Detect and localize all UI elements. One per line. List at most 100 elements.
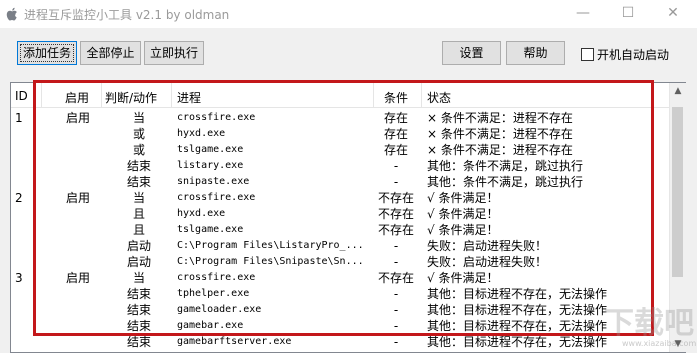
table-row[interactable]: 或 tslgame.exe 存在 × 条件不满足：进程不存在	[11, 142, 685, 158]
table-row[interactable]: 结束 gameloader.exe - 其他：目标进程不存在，无法操作	[11, 302, 685, 318]
table-row[interactable]: 或 hyxd.exe 存在 × 条件不满足：进程不存在	[11, 126, 685, 142]
header-condition[interactable]: 条件	[384, 89, 408, 106]
cell-process: gamebar.exe	[177, 320, 244, 331]
cell-id	[15, 318, 35, 334]
header-process[interactable]: 进程	[177, 89, 201, 106]
cell-enabled: 启用	[65, 271, 90, 285]
cell-process: gameloader.exe	[177, 304, 262, 315]
cell-id	[15, 302, 35, 318]
autostart-checkbox[interactable]	[581, 48, 594, 61]
cell-id	[15, 254, 35, 270]
header-status[interactable]: 状态	[427, 89, 451, 106]
cell-id	[15, 222, 35, 238]
cell-condition: 不存在	[377, 223, 414, 237]
scroll-up-icon[interactable]: ▲	[670, 83, 686, 99]
cell-id	[15, 238, 35, 254]
table-row[interactable]: 2 启用 当 crossfire.exe 不存在 √ 条件满足！	[11, 190, 685, 206]
cell-condition: 不存在	[377, 271, 414, 285]
cell-id	[15, 206, 35, 222]
cell-id	[15, 174, 35, 190]
cell-enabled	[53, 126, 103, 142]
cell-process: tslgame.exe	[177, 224, 244, 235]
cell-process: tslgame.exe	[177, 144, 244, 155]
scroll-thumb[interactable]	[672, 107, 683, 277]
table-row[interactable]: 启动 C:\Program Files\Snipaste\Sn... - 失败：启动进…	[11, 254, 685, 270]
cell-condition: -	[393, 239, 399, 253]
table-row[interactable]: 且 tslgame.exe 不存在 √ 条件满足！	[11, 222, 685, 238]
cell-condition: -	[393, 303, 399, 317]
cell-action: 当	[132, 271, 145, 285]
table-row[interactable]: 且 hyxd.exe 不存在 √ 条件满足！	[11, 206, 685, 222]
add-task-button[interactable]: 添加任务	[17, 41, 77, 65]
cell-process: crossfire.exe	[177, 192, 256, 203]
cell-condition: 存在	[383, 143, 408, 157]
cell-process: crossfire.exe	[177, 112, 256, 123]
cell-id: 2	[15, 191, 23, 205]
header-enabled[interactable]: 启用	[65, 89, 89, 106]
header-action[interactable]: 判断/动作	[105, 89, 157, 106]
cell-condition: -	[393, 175, 399, 189]
cell-enabled	[53, 318, 103, 334]
cell-enabled	[53, 158, 103, 174]
cell-enabled: 启用	[65, 191, 90, 205]
cell-action: 启动	[126, 255, 151, 269]
apple-icon	[6, 7, 17, 21]
cell-condition: 不存在	[377, 191, 414, 205]
cell-enabled	[53, 238, 103, 254]
list-header: ID 启用 判断/动作 进程 条件 状态	[11, 83, 685, 108]
table-row[interactable]: 结束 tphelper.exe - 其他：目标进程不存在，无法操作	[11, 286, 685, 302]
cell-enabled	[53, 142, 103, 158]
table-row[interactable]: 结束 listary.exe - 其他：条件不满足，跳过执行	[11, 158, 685, 174]
window-title: 进程互斥监控小工具 v2.1 by oldman	[24, 8, 230, 22]
cell-status: × 条件不满足：进程不存在	[427, 143, 573, 157]
cell-status: × 条件不满足：进程不存在	[427, 111, 573, 125]
cell-condition: -	[393, 335, 399, 349]
settings-button[interactable]: 设置	[442, 41, 501, 65]
cell-status: √ 条件满足！	[427, 207, 499, 221]
cell-enabled: 启用	[65, 111, 90, 125]
help-button[interactable]: 帮助	[506, 41, 565, 65]
table-row[interactable]: 启动 C:\Program Files\ListaryPro_... - 失败：启动进…	[11, 238, 685, 254]
cell-condition: 不存在	[377, 207, 414, 221]
table-row[interactable]: 3 启用 当 crossfire.exe 不存在 √ 条件满足！	[11, 270, 685, 286]
cell-process: hyxd.exe	[177, 128, 226, 139]
cell-id	[15, 158, 35, 174]
task-list[interactable]: ID 启用 判断/动作 进程 条件 状态 1 启用当 crossfire.exe 存在…	[10, 82, 686, 353]
autostart-option[interactable]: 开机自动启动	[581, 46, 669, 63]
cell-status: 其他：条件不满足，跳过执行	[427, 175, 584, 189]
cell-condition: -	[393, 255, 399, 269]
cell-id	[15, 286, 35, 302]
cell-status: √ 条件满足！	[427, 271, 499, 285]
cell-process: C:\Program Files\Snipaste\Sn...	[177, 256, 364, 267]
table-row[interactable]: 结束 gamebar.exe - 其他：目标进程不存在，无法操作	[11, 318, 685, 334]
title-bar: 进程互斥监控小工具 v2.1 by oldman — ☐ ✕	[0, 0, 697, 28]
minimize-button[interactable]: —	[566, 0, 600, 28]
table-row[interactable]: 1 启用 当 crossfire.exe 存在 × 条件不满足：进程不存在	[11, 110, 685, 126]
cell-process: C:\Program Files\ListaryPro_...	[177, 240, 364, 251]
header-divider[interactable]	[101, 83, 102, 107]
cell-action: 启动	[126, 239, 151, 253]
cell-condition: 存在	[383, 111, 408, 125]
cell-status: × 条件不满足：进程不存在	[427, 127, 573, 141]
header-divider[interactable]	[421, 83, 422, 107]
table-row[interactable]: 结束 gamebarftserver.exe - 其他：目标进程不存在，无法操作	[11, 334, 685, 350]
cell-action: 结束	[126, 175, 151, 189]
cell-condition: 存在	[383, 127, 408, 141]
maximize-button[interactable]: ☐	[611, 0, 645, 28]
cell-action: 结束	[126, 303, 151, 317]
stop-all-button[interactable]: 全部停止	[80, 41, 141, 65]
run-now-button[interactable]: 立即执行	[144, 41, 204, 65]
cell-enabled	[53, 254, 103, 270]
cell-action: 结束	[126, 335, 151, 349]
cell-condition: -	[393, 159, 399, 173]
cell-condition: -	[393, 319, 399, 333]
cell-process: snipaste.exe	[177, 176, 250, 187]
header-divider[interactable]	[41, 83, 42, 107]
cell-id	[15, 334, 35, 350]
close-button[interactable]: ✕	[656, 0, 690, 28]
cell-status: √ 条件满足！	[427, 191, 499, 205]
header-id[interactable]: ID	[15, 89, 28, 103]
table-row[interactable]: 结束 snipaste.exe - 其他：条件不满足，跳过执行	[11, 174, 685, 190]
header-divider[interactable]	[171, 83, 172, 107]
header-divider[interactable]	[373, 83, 374, 107]
